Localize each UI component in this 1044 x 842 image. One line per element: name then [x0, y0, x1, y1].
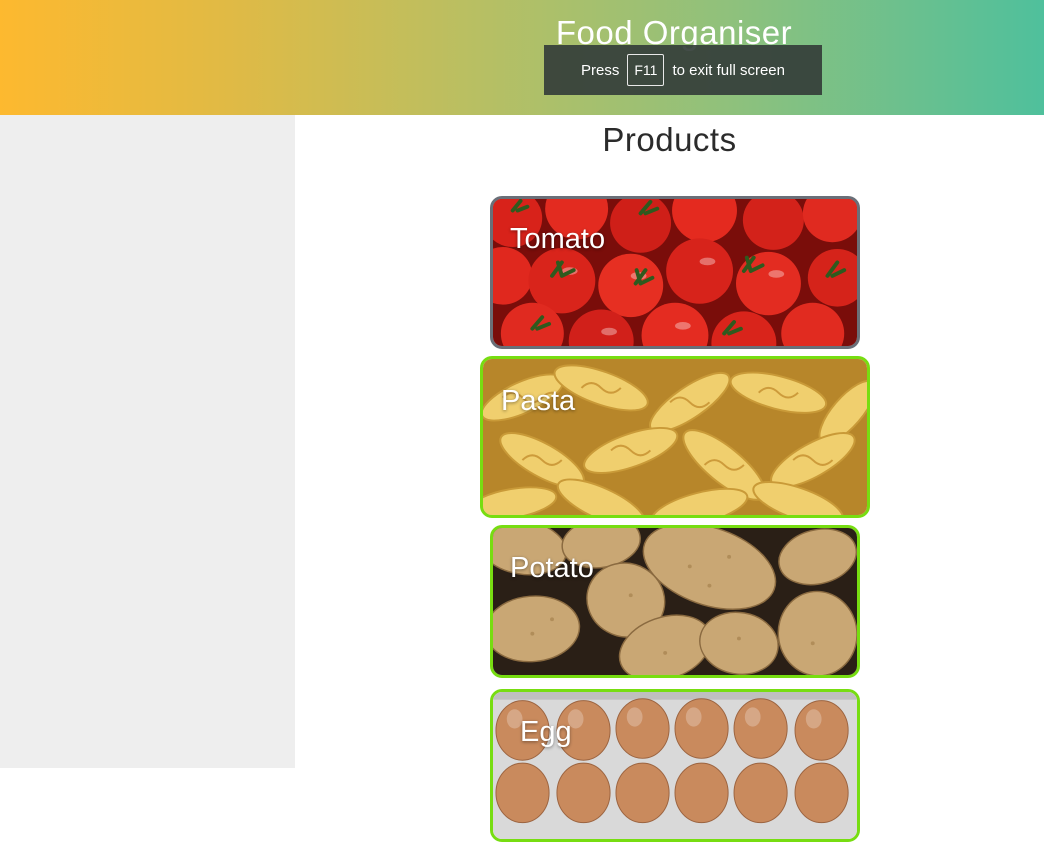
fullscreen-toast-suffix: to exit full screen	[672, 61, 785, 79]
fullscreen-toast-prefix: Press	[581, 61, 620, 79]
product-label-potato: Potato	[510, 552, 594, 584]
products-heading: Products	[602, 121, 737, 158]
app-title: Food Organiser	[555, 14, 793, 51]
sidebar	[0, 115, 295, 768]
eggs-image	[493, 692, 857, 839]
app-header: Food Organiser	[0, 0, 1044, 115]
product-label-pasta: Pasta	[501, 385, 576, 417]
main-content: Products Tomato Pasta Potato Egg	[295, 115, 1044, 842]
pasta-image	[483, 359, 867, 515]
product-card-pasta[interactable]: Pasta	[480, 356, 870, 518]
f11-key-badge: F11	[627, 54, 665, 86]
product-label-egg: Egg	[520, 716, 572, 748]
product-card-egg[interactable]: Egg	[490, 689, 860, 842]
potatoes-image	[493, 528, 857, 675]
tomatoes-image	[493, 199, 857, 346]
product-card-potato[interactable]: Potato	[490, 525, 860, 678]
product-label-tomato: Tomato	[510, 223, 606, 255]
fullscreen-toast: Press F11 to exit full screen	[544, 45, 822, 95]
product-card-tomato[interactable]: Tomato	[490, 196, 860, 349]
